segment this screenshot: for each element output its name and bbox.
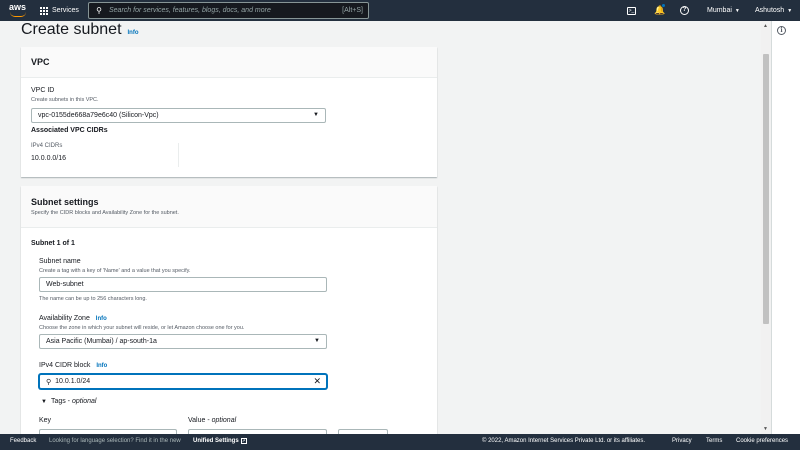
unified-settings-text: Unified Settings: [193, 438, 239, 444]
subnet-settings-card: Subnet settings Specify the CIDR blocks …: [21, 186, 437, 439]
subnet-name-label: Subnet name: [39, 258, 81, 265]
unified-settings-link[interactable]: Unified Settings ↗: [193, 438, 247, 444]
language-selection-text: Looking for language selection? Find it …: [49, 438, 181, 444]
global-search-input[interactable]: ⚲ Search for services, features, blogs, …: [88, 2, 369, 19]
help-icon: ?: [680, 6, 689, 15]
availability-zone-select[interactable]: Asia Pacific (Mumbai) / ap-south-1a ▼: [39, 334, 327, 349]
vpc-id-select[interactable]: vpc-0155de668a79e6c40 (Silicon-Vpc) ▼: [31, 108, 326, 123]
subnet-settings-description: Specify the CIDR blocks and Availability…: [31, 210, 179, 216]
help-button[interactable]: ?: [680, 0, 689, 21]
feedback-link[interactable]: Feedback: [10, 438, 36, 444]
caret-down-icon: ▼: [787, 7, 793, 14]
search-icon: ⚲: [46, 378, 52, 386]
caret-down-icon: ▼: [313, 112, 319, 118]
notification-dot: [662, 4, 665, 7]
grid-icon: [40, 6, 48, 15]
info-icon[interactable]: i: [777, 26, 786, 35]
notifications-button[interactable]: 🔔: [654, 0, 665, 21]
tag-value-label-text: Value -: [188, 417, 210, 424]
aws-logo[interactable]: aws: [9, 3, 29, 19]
ipv4-cidr-block-input[interactable]: ⚲ 10.0.1.0/24 ✕: [39, 374, 327, 389]
vpc-card-header: VPC: [21, 47, 437, 78]
ipv4-cidr-block-label: IPv4 CIDR block Info: [39, 362, 107, 369]
tag-value-label: Value - optional: [188, 417, 236, 424]
subnet-settings-title: Subnet settings: [31, 197, 99, 207]
page-title: Create subnet Info: [21, 21, 139, 39]
aws-logo-text: aws: [9, 2, 27, 12]
ipv4-cidr-info-link[interactable]: Info: [96, 363, 107, 369]
search-placeholder: Search for services, features, blogs, do…: [109, 7, 271, 14]
page-title-text: Create subnet: [21, 21, 122, 38]
services-label: Services: [52, 7, 79, 14]
vpc-id-label: VPC ID: [31, 87, 55, 94]
tools-panel: [771, 21, 800, 434]
account-menu[interactable]: Ashutosh ▼: [755, 0, 792, 21]
terms-link[interactable]: Terms: [706, 438, 722, 444]
scroll-up-arrow-icon[interactable]: ▲: [763, 23, 768, 29]
ipv4-cidrs-label: IPv4 CIDRs: [31, 143, 63, 149]
availability-zone-label-text: Availability Zone: [39, 315, 90, 322]
scroll-down-arrow-icon[interactable]: ▼: [763, 426, 768, 432]
tags-expander[interactable]: ▼ Tags - optional: [41, 398, 97, 405]
ipv4-cidr-block-label-text: IPv4 CIDR block: [39, 362, 91, 369]
user-label: Ashutosh: [755, 7, 785, 14]
tag-key-label: Key: [39, 417, 52, 424]
terminal-icon: >_: [627, 6, 636, 15]
vpc-card-title: VPC: [31, 57, 50, 67]
cidr-column-divider: [178, 143, 179, 167]
associated-cidrs-title: Associated VPC CIDRs: [31, 127, 108, 134]
copyright-text: © 2022, Amazon Internet Services Private…: [482, 438, 646, 444]
caret-down-icon: ▼: [41, 398, 47, 405]
subnet-name-description: Create a tag with a key of 'Name' and a …: [39, 268, 191, 274]
tags-label-text: Tags -: [50, 398, 71, 405]
caret-down-icon: ▼: [314, 338, 320, 344]
availability-zone-label: Availability Zone Info: [39, 315, 107, 322]
ipv4-cidr-block-value: 10.0.1.0/24: [55, 378, 91, 385]
search-icon: ⚲: [96, 6, 102, 15]
title-info-link[interactable]: Info: [128, 30, 139, 36]
vpc-card: VPC VPC ID Create subnets in this VPC. v…: [21, 47, 437, 177]
tag-value-optional-text: optional: [211, 417, 237, 424]
services-menu-button[interactable]: Services: [40, 3, 79, 18]
search-shortcut: [Alt+S]: [342, 7, 363, 14]
vpc-id-value: vpc-0155de668a79e6c40 (Silicon-Vpc): [38, 112, 159, 119]
aws-smile-icon: [10, 12, 26, 17]
cloudshell-button[interactable]: >_: [627, 0, 639, 21]
subnet-name-input[interactable]: Web-subnet: [39, 277, 327, 292]
subnet-name-hint: The name can be up to 256 characters lon…: [39, 296, 147, 302]
subnet-card-header: Subnet settings Specify the CIDR blocks …: [21, 186, 437, 228]
availability-zone-value: Asia Pacific (Mumbai) / ap-south-1a: [46, 338, 157, 345]
availability-zone-description: Choose the zone in which your subnet wil…: [39, 325, 245, 331]
external-link-icon: ↗: [240, 438, 247, 444]
region-label: Mumbai: [707, 7, 732, 14]
scrollbar-thumb[interactable]: [763, 54, 769, 324]
availability-zone-info-link[interactable]: Info: [96, 316, 107, 322]
subnet-count-heading: Subnet 1 of 1: [31, 240, 75, 247]
cookie-preferences-link[interactable]: Cookie preferences: [736, 438, 788, 444]
tags-optional-text: optional: [71, 398, 97, 405]
footer: Feedback Looking for language selection?…: [0, 434, 800, 450]
clear-icon[interactable]: ✕: [313, 376, 321, 387]
privacy-link[interactable]: Privacy: [672, 438, 692, 444]
tags-label: Tags - optional: [51, 398, 97, 405]
top-navigation: aws Services ⚲ Search for services, feat…: [0, 0, 800, 21]
ipv4-cidr-value: 10.0.0.0/16: [31, 155, 67, 162]
vpc-id-description: Create subnets in this VPC.: [31, 97, 99, 103]
caret-down-icon: ▼: [734, 7, 740, 14]
region-selector[interactable]: Mumbai ▼: [707, 0, 740, 21]
subnet-name-value: Web-subnet: [46, 281, 84, 288]
